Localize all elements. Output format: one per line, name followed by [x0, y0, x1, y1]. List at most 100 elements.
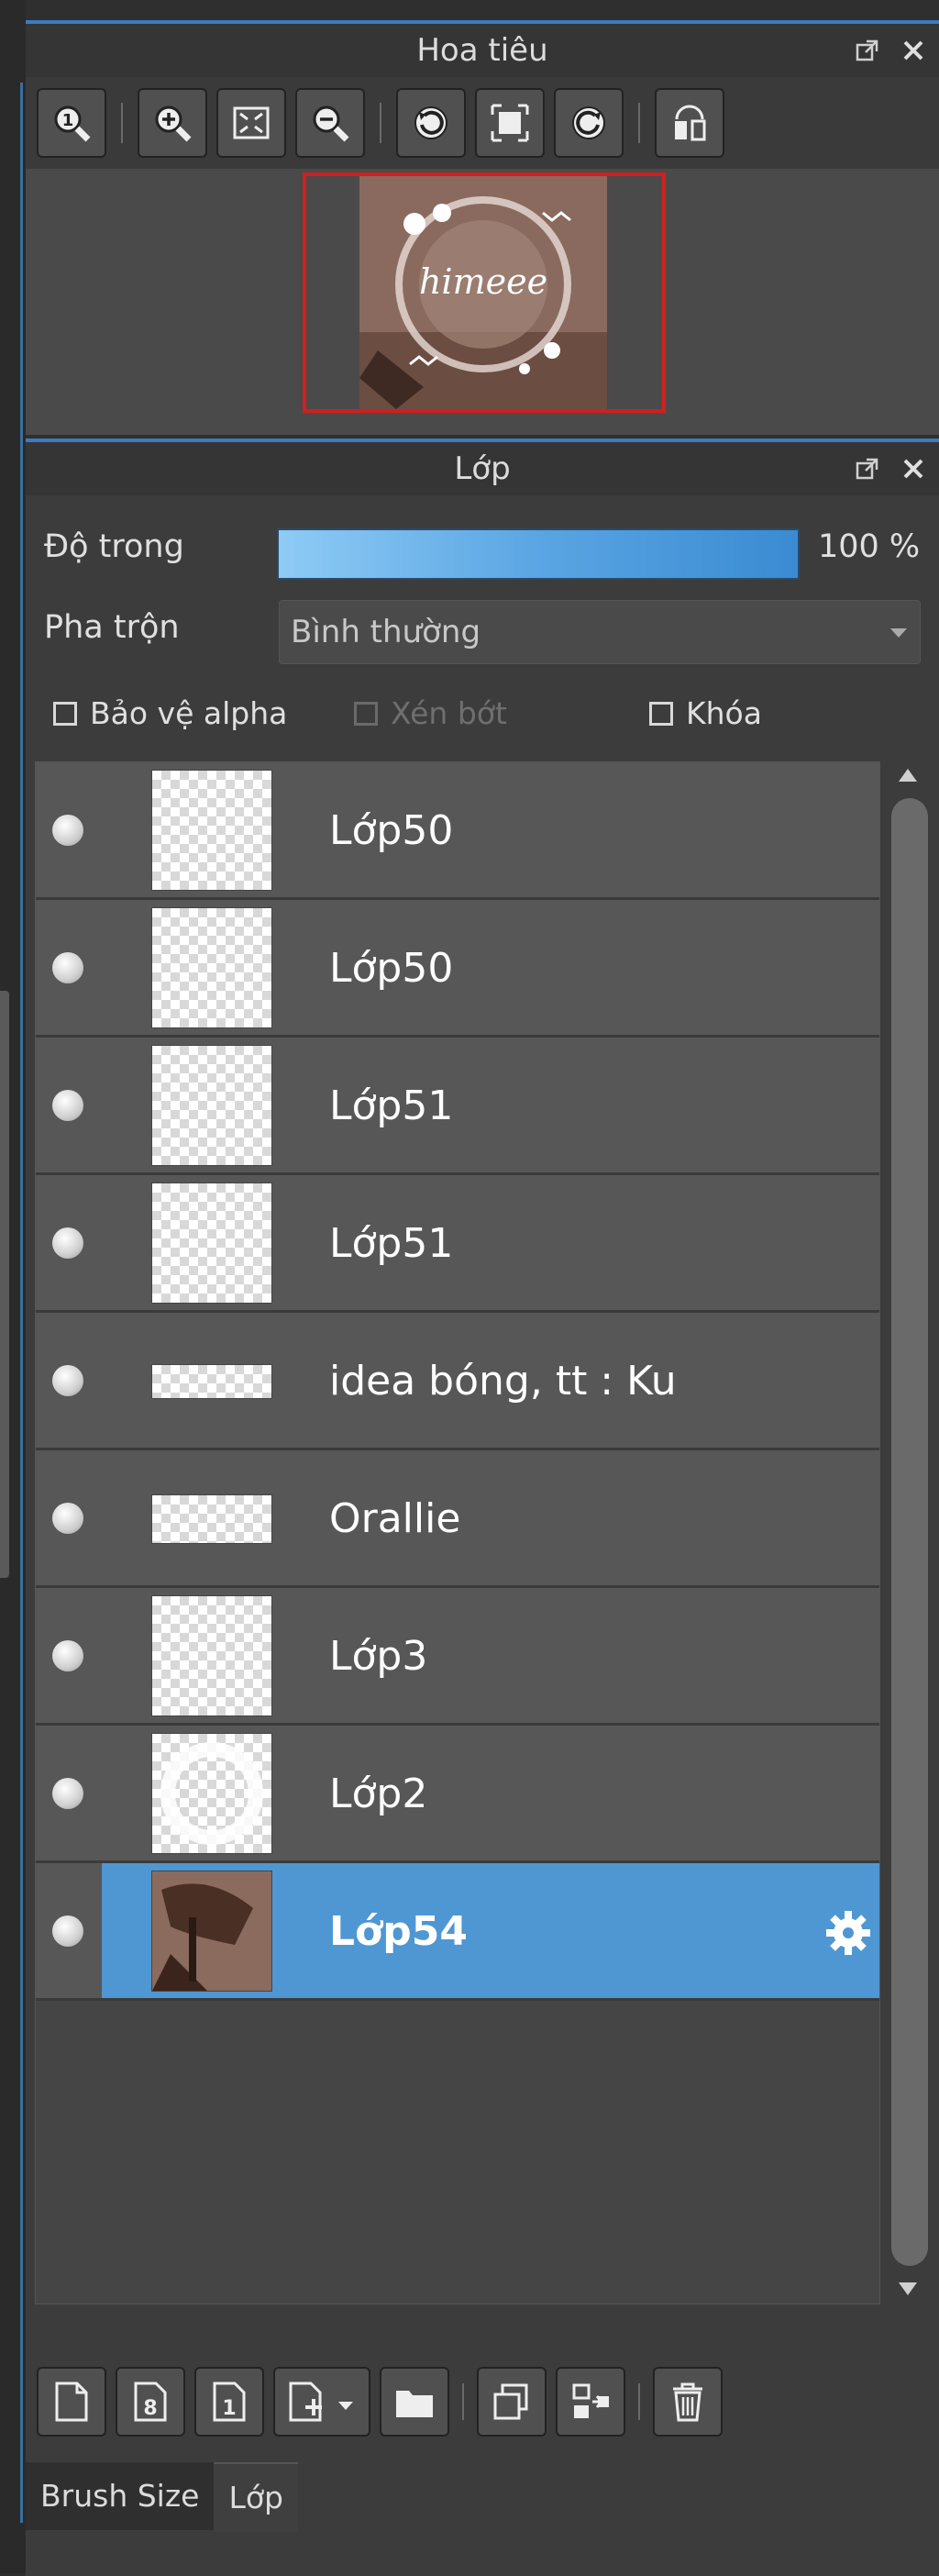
- left-edge-scroll-handle[interactable]: [0, 991, 9, 1578]
- opacity-row: Độ trong 100 %: [26, 516, 939, 580]
- layer-name: Lớp51: [329, 1083, 454, 1129]
- chevron-down-icon: [890, 628, 907, 638]
- visibility-toggle-icon[interactable]: [52, 1915, 83, 1947]
- add-layer-menu-button[interactable]: [273, 2367, 370, 2437]
- visibility-toggle-icon[interactable]: [52, 815, 83, 846]
- clipping-checkbox: Xén bớt: [354, 695, 507, 731]
- ring-graphic: [160, 1742, 263, 1845]
- undock-icon[interactable]: [853, 454, 882, 483]
- 8bit-layer-icon: 8: [134, 2382, 167, 2422]
- navigator-title: Hoa tiêu: [416, 32, 548, 69]
- new-1bit-layer-button[interactable]: 1: [194, 2367, 264, 2437]
- flip-horizontal-icon: [675, 105, 706, 141]
- visibility-toggle-icon[interactable]: [52, 1778, 83, 1809]
- merge-down-button[interactable]: [556, 2367, 625, 2437]
- left-edge-strip: [0, 0, 26, 2573]
- toolbar-separator: [380, 103, 381, 143]
- checkbox-box: [354, 701, 378, 726]
- layer-thumbnail: [151, 1494, 272, 1544]
- visibility-column: [36, 1450, 102, 1585]
- zoom-out-button[interactable]: [295, 88, 365, 158]
- 1bit-layer-icon: 1: [213, 2382, 246, 2422]
- scroll-down-icon[interactable]: [899, 2282, 917, 2295]
- blend-mode-select[interactable]: Bình thường: [279, 600, 921, 664]
- layers-title: Lớp: [454, 450, 511, 487]
- scroll-thumb[interactable]: [891, 798, 928, 2266]
- rotate-left-button[interactable]: [396, 88, 466, 158]
- layer-row[interactable]: Lớp3: [36, 1588, 879, 1726]
- layer-name: Lớp2: [329, 1771, 428, 1817]
- visibility-toggle-icon[interactable]: [52, 952, 83, 983]
- layer-thumbnail: [151, 907, 272, 1028]
- layer-row[interactable]: Lớp51: [36, 1175, 879, 1313]
- close-icon[interactable]: [899, 454, 928, 483]
- layer-thumbnail: [151, 1183, 272, 1304]
- gear-icon[interactable]: [823, 1907, 874, 1959]
- add-layer-dropdown-icon: [289, 2382, 353, 2422]
- tab-brush-size[interactable]: Brush Size: [26, 2462, 215, 2530]
- photo-graphic: [152, 1871, 271, 1991]
- toolbar-separator: [462, 2383, 464, 2420]
- reset-view-button[interactable]: [475, 88, 545, 158]
- clipping-label: Xén bớt: [391, 695, 507, 731]
- rotate-left-icon: [414, 106, 447, 139]
- duplicate-layer-button[interactable]: [477, 2367, 547, 2437]
- zoom-actual-button[interactable]: 1: [37, 88, 106, 158]
- layer-name: Lớp3: [329, 1633, 428, 1680]
- layer-row[interactable]: Orallie: [36, 1450, 879, 1588]
- merge-down-icon: [572, 2383, 609, 2418]
- panel-tabs: Brush Size Lớp: [26, 2462, 298, 2532]
- svg-text:1: 1: [62, 111, 74, 130]
- visibility-column: [36, 762, 102, 897]
- trash-icon: [673, 2382, 702, 2422]
- visibility-column: [36, 1726, 102, 1860]
- layer-row[interactable]: idea bóng, tt : Ku: [36, 1313, 879, 1450]
- visibility-toggle-icon[interactable]: [52, 1640, 83, 1671]
- visibility-toggle-icon[interactable]: [52, 1365, 83, 1396]
- left-edge-accent: [20, 83, 23, 2523]
- tab-layers[interactable]: Lớp: [214, 2462, 298, 2532]
- layer-row[interactable]: Lớp2: [36, 1726, 879, 1863]
- navigator-header: Hoa tiêu: [26, 20, 939, 77]
- navigator-preview[interactable]: himeee: [26, 169, 939, 435]
- fit-screen-icon: [233, 106, 270, 139]
- viewport-frame[interactable]: [303, 172, 666, 413]
- fit-screen-button[interactable]: [216, 88, 286, 158]
- visibility-toggle-icon[interactable]: [52, 1503, 83, 1534]
- layer-name: Lớp50: [329, 807, 454, 854]
- undock-icon[interactable]: [853, 36, 882, 65]
- opacity-label: Độ trong: [44, 528, 184, 565]
- new-layer-button[interactable]: [37, 2367, 106, 2437]
- close-icon[interactable]: [899, 36, 928, 65]
- delete-layer-button[interactable]: [653, 2367, 723, 2437]
- layer-row[interactable]: Lớp50: [36, 762, 879, 900]
- visibility-column: [36, 900, 102, 1035]
- layer-name: Orallie: [329, 1495, 461, 1542]
- layer-list: Lớp50 Lớp50 Lớp51 Lớp51 idea bóng, tt : …: [35, 761, 880, 2304]
- layer-row[interactable]: Lớp51: [36, 1038, 879, 1175]
- layer-name: Lớp54: [329, 1908, 468, 1955]
- folder-icon: [396, 2391, 433, 2417]
- rotate-right-icon: [572, 106, 605, 139]
- new-folder-button[interactable]: [380, 2367, 449, 2437]
- visibility-toggle-icon[interactable]: [52, 1090, 83, 1121]
- flip-horizontal-button[interactable]: [655, 88, 724, 158]
- layer-options-row: Bảo vệ alpha Xén bớt Khóa: [26, 688, 939, 734]
- layer-thumbnail: [151, 1871, 272, 1992]
- lock-checkbox[interactable]: Khóa: [649, 695, 762, 731]
- rotate-right-button[interactable]: [554, 88, 624, 158]
- layers-header: Lớp: [26, 439, 939, 495]
- layer-name: Lớp51: [329, 1220, 454, 1267]
- scroll-up-icon[interactable]: [899, 769, 917, 782]
- layer-list-scrollbar[interactable]: [884, 761, 935, 2303]
- opacity-slider[interactable]: [277, 528, 800, 580]
- protect-alpha-checkbox[interactable]: Bảo vệ alpha: [53, 695, 287, 731]
- checkbox-box: [649, 701, 673, 726]
- layer-row[interactable]: Lớp50: [36, 900, 879, 1038]
- visibility-toggle-icon[interactable]: [52, 1227, 83, 1259]
- zoom-in-button[interactable]: [138, 88, 207, 158]
- visibility-column: [36, 1175, 102, 1310]
- layer-thumbnail: [151, 1364, 272, 1399]
- layer-row-selected[interactable]: Lớp54: [36, 1863, 879, 2001]
- new-8bit-layer-button[interactable]: 8: [116, 2367, 185, 2437]
